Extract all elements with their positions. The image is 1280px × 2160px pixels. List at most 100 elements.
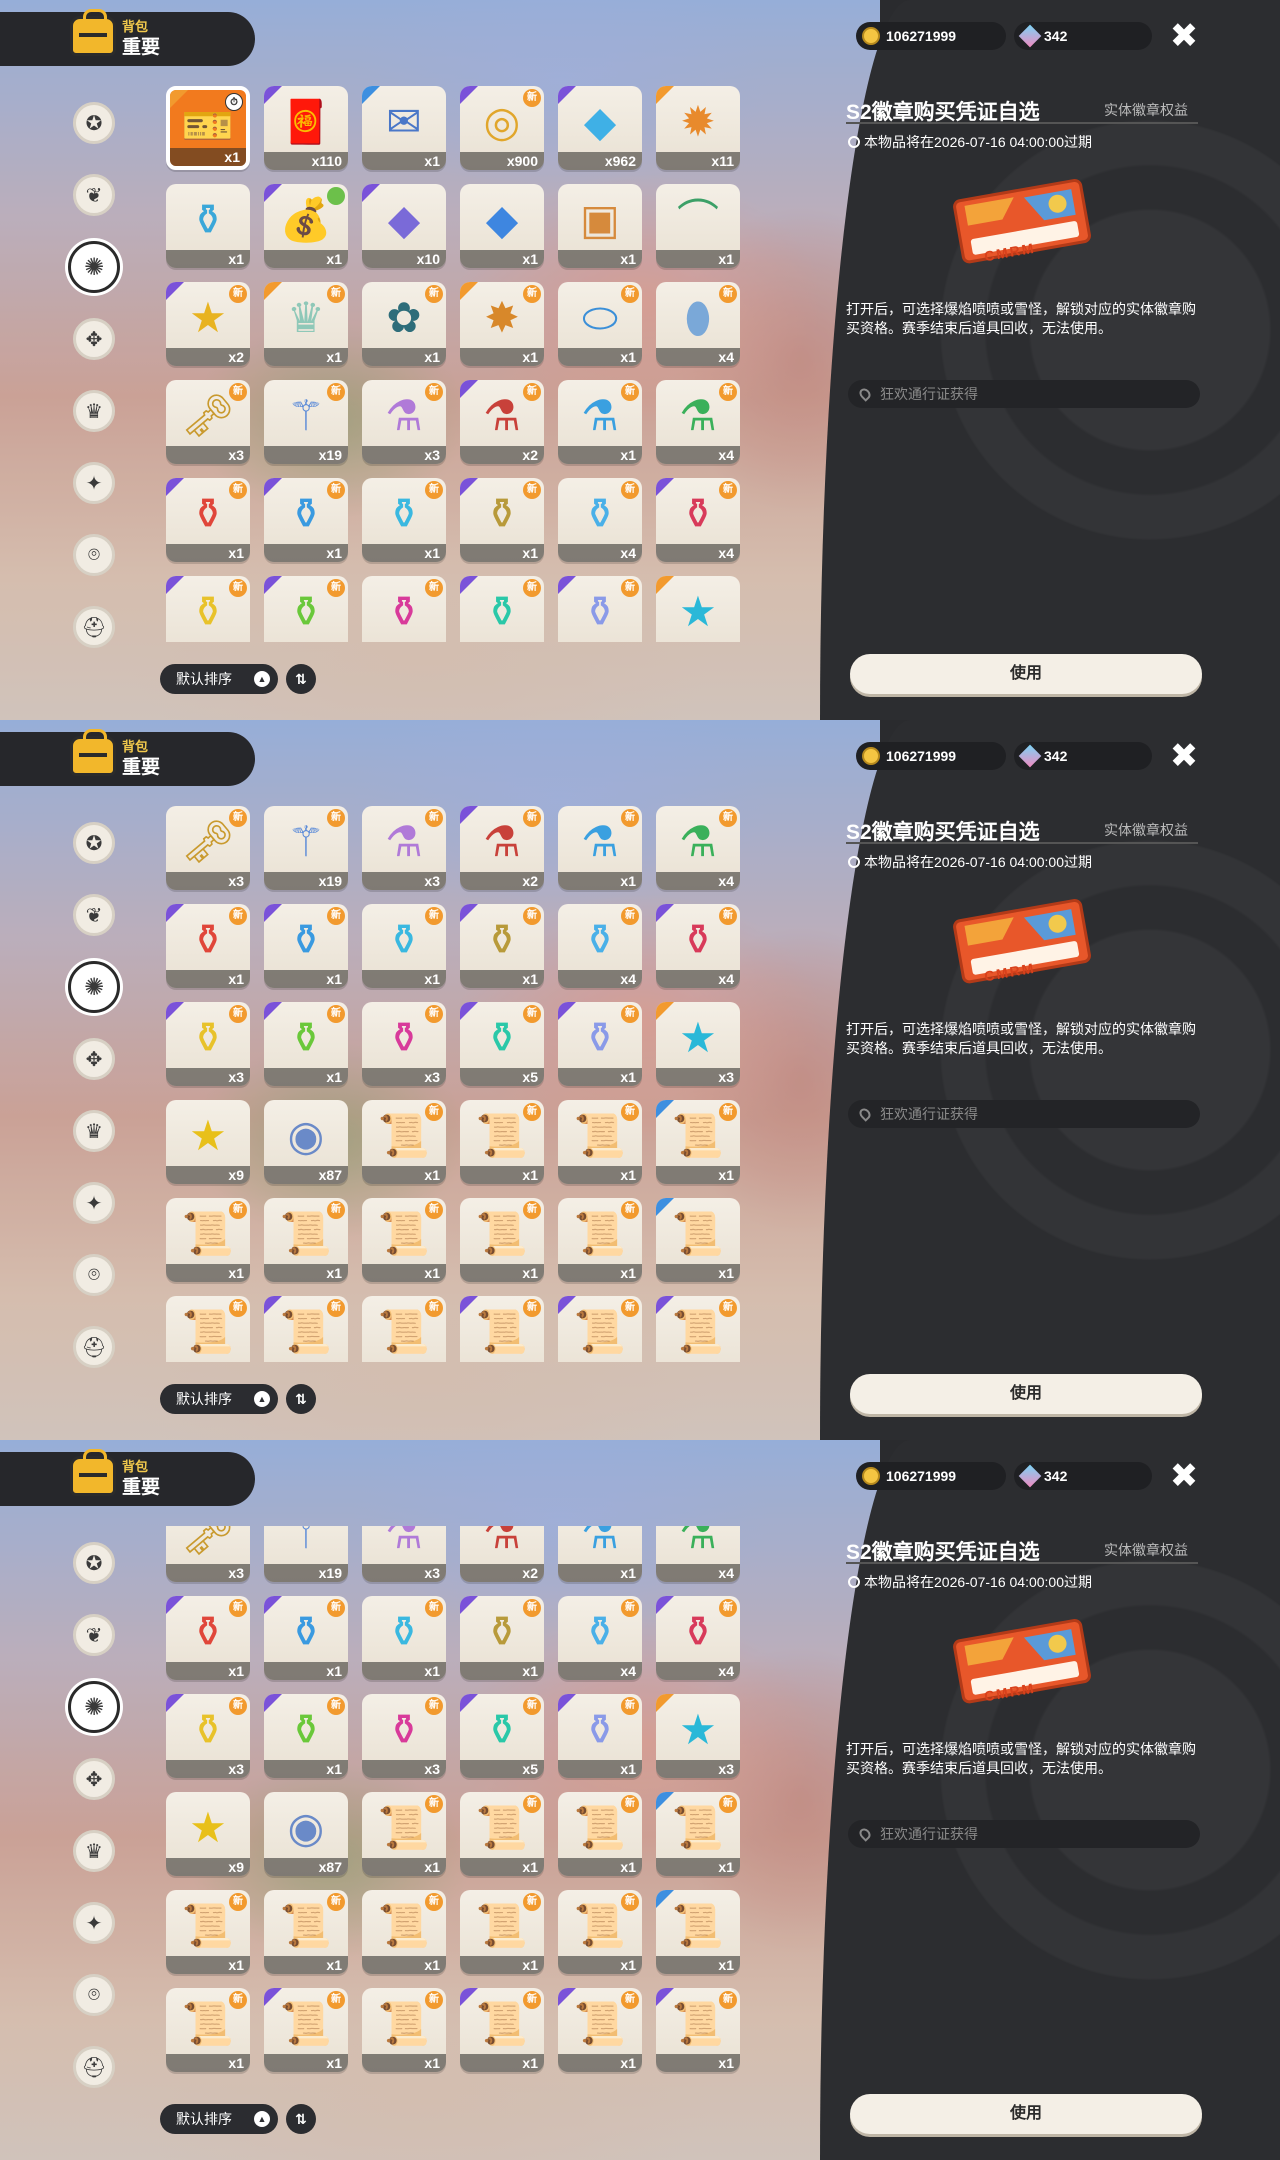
item-slot[interactable]: ⚱x1新 (264, 1002, 348, 1086)
item-slot[interactable]: ◆ x10 (362, 184, 446, 268)
item-slot[interactable]: 📜x1新 (460, 1296, 544, 1362)
item-slot[interactable]: ✸ x1 新 (460, 282, 544, 366)
item-slot[interactable]: 📜x1新 (264, 1198, 348, 1282)
item-slot[interactable]: 📜x1新 (460, 1792, 544, 1876)
item-slot[interactable]: ⚱x1新 (166, 478, 250, 562)
item-slot[interactable]: ⚱x3新 (362, 576, 446, 642)
category-tab-acorn[interactable]: ⌾ (73, 534, 115, 576)
item-slot[interactable]: ⚗x2新 (460, 380, 544, 464)
item-slot[interactable]: 📜x1新 (460, 1100, 544, 1184)
category-tab-badge[interactable]: ✺ (68, 961, 120, 1013)
item-slot[interactable]: 📜x1新 (558, 1100, 642, 1184)
item-slot[interactable]: ⬭ x1 新 (558, 282, 642, 366)
item-slot[interactable]: ✿ x1 新 (362, 282, 446, 366)
item-slot[interactable]: ⚱x1新 (264, 904, 348, 988)
category-tab-star[interactable]: ✪ (73, 822, 115, 864)
item-slot[interactable]: ▣ x1 (558, 184, 642, 268)
item-slot[interactable]: ★x3 (656, 1002, 740, 1086)
item-slot[interactable]: 📜 x1 (656, 1198, 740, 1282)
item-slot[interactable]: ⚗x1新 (558, 380, 642, 464)
item-slot[interactable]: ⚱x1新 (558, 1694, 642, 1778)
category-tab-leaf[interactable]: ❦ (73, 1614, 115, 1656)
item-slot[interactable]: ⬮ x4 新 (656, 282, 740, 366)
category-tab-acorn[interactable]: ⌾ (73, 1254, 115, 1296)
category-tab-acorn[interactable]: ⌾ (73, 1974, 115, 2016)
close-button[interactable]: ✖ (1166, 1458, 1202, 1494)
category-tab-helmet[interactable]: ⛑ (73, 1326, 115, 1368)
category-tab-crown[interactable]: ♛ (73, 1110, 115, 1152)
item-slot[interactable]: 📜x1新 (656, 1988, 740, 2072)
item-slot[interactable]: 🗝x3新 (166, 380, 250, 464)
category-tab-badge[interactable]: ✺ (68, 241, 120, 293)
category-tab-leaf[interactable]: ❦ (73, 894, 115, 936)
item-slot[interactable]: ⚱x1新 (264, 478, 348, 562)
item-slot[interactable]: ⚱x1新 (362, 1596, 446, 1680)
item-slot[interactable]: 📜x1新 (460, 1988, 544, 2072)
item-slot[interactable]: ⚱ x4 新 (558, 1596, 642, 1680)
item-slot[interactable]: ★x3 (656, 576, 740, 642)
item-slot[interactable]: 📜x1新 (362, 1988, 446, 2072)
item-slot[interactable]: ⚱x1新 (460, 478, 544, 562)
item-slot[interactable]: 📜x1新 (558, 1792, 642, 1876)
item-slot[interactable]: ⚱x3新 (362, 1002, 446, 1086)
sort-dropdown[interactable]: 默认排序 ▲ (160, 1384, 278, 1414)
category-tab-helmet[interactable]: ⛑ (73, 606, 115, 648)
item-slot[interactable]: ♛ x1 新 (264, 282, 348, 366)
item-slot[interactable]: ⚱x3新 (166, 576, 250, 642)
item-slot[interactable]: ⚱ x4 新 (656, 904, 740, 988)
item-slot[interactable]: ⚱x1新 (558, 1002, 642, 1086)
item-slot[interactable]: 🧧 x110 (264, 86, 348, 170)
sort-order-button[interactable]: ⇅ (286, 664, 316, 694)
item-slot[interactable]: ⚗x3新 (362, 1526, 446, 1582)
category-tab-ball[interactable]: ✦ (73, 1182, 115, 1224)
item-slot[interactable]: ⚱ x4 新 (656, 1596, 740, 1680)
item-slot[interactable]: ⚱x1新 (264, 1694, 348, 1778)
sort-order-button[interactable]: ⇅ (286, 2104, 316, 2134)
item-slot[interactable]: ⚱x3新 (166, 1002, 250, 1086)
item-slot[interactable]: 📜x1新 (362, 1100, 446, 1184)
category-tab-feather[interactable]: ✥ (73, 318, 115, 360)
item-slot[interactable]: 📜x1新 (362, 1792, 446, 1876)
category-tab-star[interactable]: ✪ (73, 102, 115, 144)
category-tab-ball[interactable]: ✦ (73, 1902, 115, 1944)
item-slot[interactable]: 📜x1新 (656, 1792, 740, 1876)
item-slot[interactable]: 📜x1新 (558, 1198, 642, 1282)
item-slot[interactable]: 📜x1新 (656, 1296, 740, 1362)
item-slot[interactable]: 📜x1新 (362, 1198, 446, 1282)
sort-dropdown[interactable]: 默认排序 ▲ (160, 2104, 278, 2134)
item-slot[interactable]: 📜x1新 (460, 1890, 544, 1974)
item-slot[interactable]: 📜x1新 (558, 1890, 642, 1974)
item-slot[interactable]: ⚗x4新 (656, 380, 740, 464)
category-tab-helmet[interactable]: ⛑ (73, 2046, 115, 2088)
category-tab-crown[interactable]: ♛ (73, 390, 115, 432)
item-slot[interactable]: 🗝x3新 (166, 1526, 250, 1582)
item-slot[interactable]: ⚗x3新 (362, 806, 446, 890)
item-slot[interactable]: ⚱x5新 (460, 576, 544, 642)
item-slot[interactable]: ◉ x87 (264, 1100, 348, 1184)
item-slot[interactable]: 💰 x1 (264, 184, 348, 268)
item-slot[interactable]: 📜x1新 (264, 1890, 348, 1974)
item-slot[interactable]: 📜x1新 (362, 1890, 446, 1974)
item-slot[interactable]: 📜x1新 (166, 1890, 250, 1974)
item-slot[interactable]: 📜x1新 (264, 1988, 348, 2072)
item-slot[interactable]: 📜x1新 (656, 1100, 740, 1184)
item-slot[interactable]: ⚱x3新 (166, 1694, 250, 1778)
item-slot[interactable]: ⚱x1新 (558, 576, 642, 642)
item-slot[interactable]: ⌒ x1 (656, 184, 740, 268)
item-slot[interactable]: ⚗x4新 (656, 1526, 740, 1582)
close-button[interactable]: ✖ (1166, 738, 1202, 774)
item-slot[interactable]: 📜x1新 (558, 1296, 642, 1362)
item-slot[interactable]: ⚱x1新 (362, 478, 446, 562)
item-slot[interactable]: ⚚x19新 (264, 380, 348, 464)
item-slot[interactable]: ⚱x5新 (460, 1694, 544, 1778)
item-slot[interactable]: ✉ x1 (362, 86, 446, 170)
close-button[interactable]: ✖ (1166, 18, 1202, 54)
item-slot[interactable]: 📜x1新 (166, 1988, 250, 2072)
item-slot[interactable]: ⚗x1新 (558, 806, 642, 890)
category-tab-feather[interactable]: ✥ (73, 1038, 115, 1080)
item-slot[interactable]: ⚗x1新 (558, 1526, 642, 1582)
sort-dropdown[interactable]: 默认排序 ▲ (160, 664, 278, 694)
item-slot[interactable]: 📜 x1 (656, 1890, 740, 1974)
item-slot[interactable]: ◆ x1 (460, 184, 544, 268)
item-slot[interactable]: ◎ x900 新 (460, 86, 544, 170)
